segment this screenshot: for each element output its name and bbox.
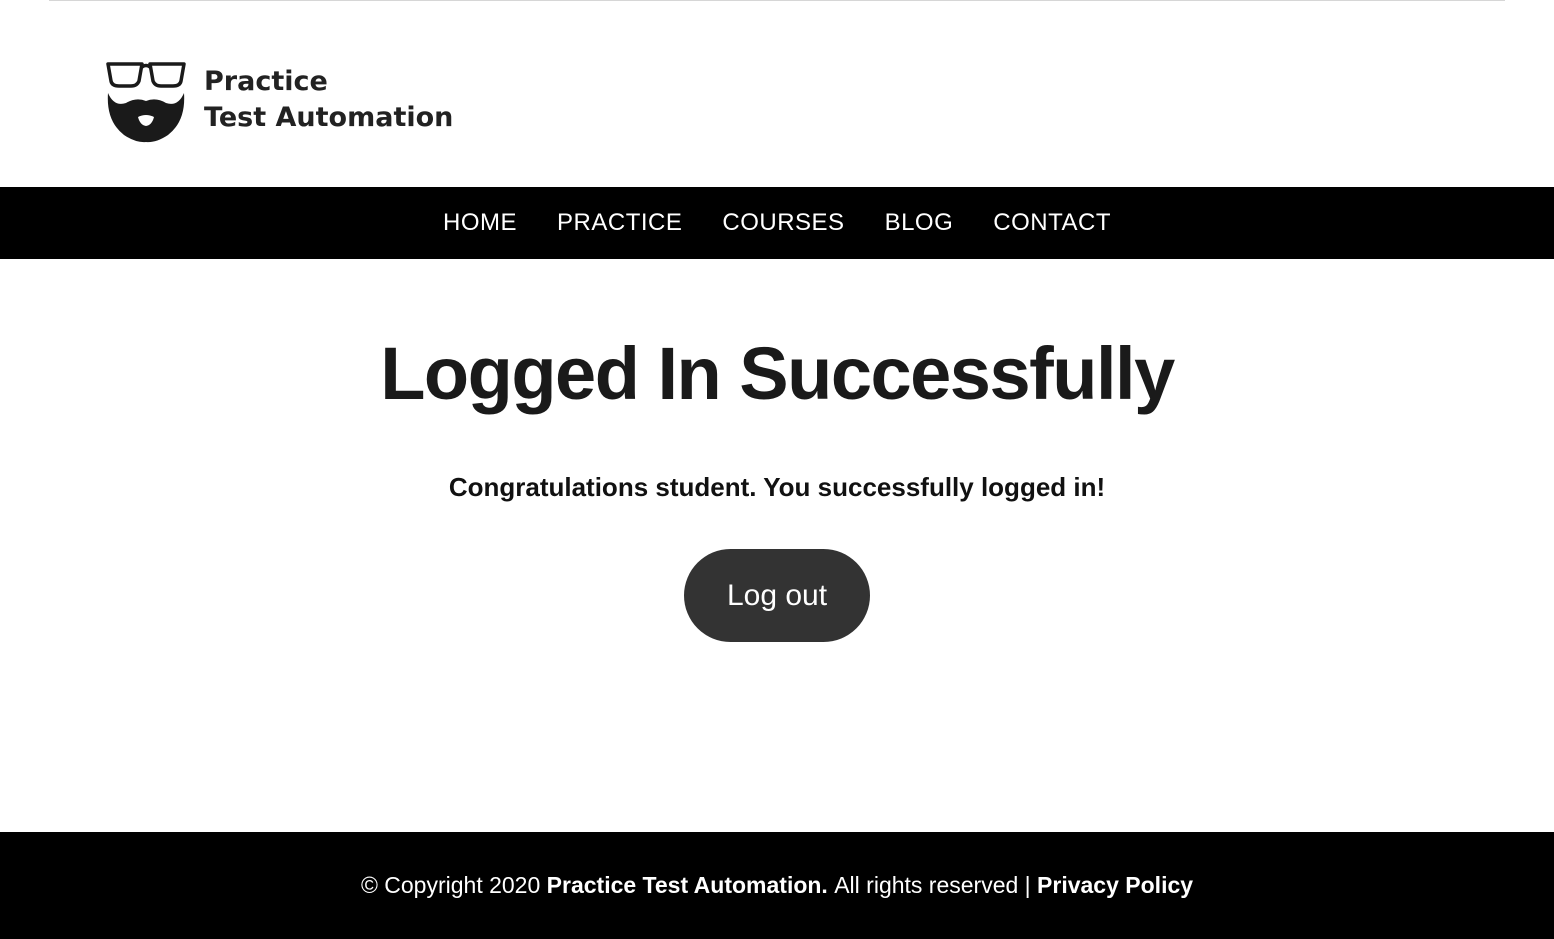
site-logo[interactable]: Practice Test Automation: [106, 57, 453, 143]
nav-item-courses[interactable]: COURSES: [722, 209, 844, 237]
success-message: Congratulations student. You successfull…: [448, 472, 1106, 502]
site-title: Practice Test Automation: [204, 64, 453, 136]
page-title: Logged In Successfully: [380, 332, 1175, 415]
nav-item-blog[interactable]: BLOG: [885, 209, 954, 237]
main-navigation: HOME PRACTICE COURSES BLOG CONTACT: [0, 187, 1554, 259]
site-footer: © Copyright 2020 Practice Test Automatio…: [0, 832, 1554, 939]
nav-item-home[interactable]: HOME: [443, 209, 517, 237]
copyright-text: © Copyright 2020: [360, 872, 541, 898]
site-title-line2: Test Automation: [204, 102, 454, 133]
nav-item-practice[interactable]: PRACTICE: [557, 209, 682, 237]
main-content: Logged In Successfully Congratulations s…: [0, 259, 1554, 832]
footer-brand: Practice Test Automation.: [546, 872, 828, 898]
glasses-beard-icon: [106, 62, 186, 143]
logout-button[interactable]: Log out: [684, 549, 870, 642]
privacy-policy-link[interactable]: Privacy Policy: [1037, 872, 1193, 899]
rights-text: All rights reserved |: [834, 872, 1031, 898]
site-title-line1: Practice: [204, 66, 328, 97]
nav-item-contact[interactable]: CONTACT: [993, 209, 1111, 237]
site-header: Practice Test Automation: [0, 1, 1554, 187]
